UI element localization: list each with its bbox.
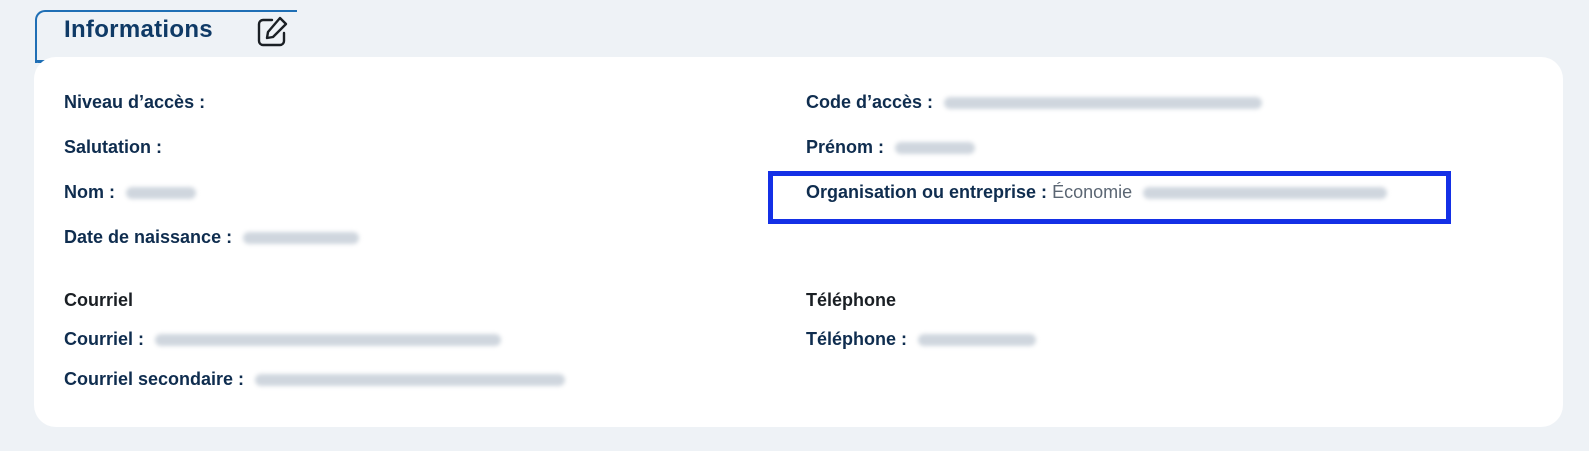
- niveau-acces-field: Niveau d’accès :: [64, 92, 205, 113]
- telephone-value-redacted: [918, 334, 1037, 347]
- prenom-label: Prénom :: [806, 137, 885, 157]
- page-title: Informations: [64, 16, 213, 43]
- telephone-section-title: Téléphone: [806, 290, 897, 310]
- courriel-secondaire-label: Courriel secondaire :: [64, 369, 245, 389]
- niveau-acces-label: Niveau d’accès :: [64, 92, 206, 112]
- prenom-field: Prénom :: [806, 137, 976, 158]
- courriel-value-redacted: [155, 334, 502, 347]
- nom-field: Nom :: [64, 182, 197, 203]
- code-acces-label: Code d’accès :: [806, 92, 934, 112]
- highlight-box: [768, 171, 1451, 224]
- courriel-section-title: Courriel: [64, 290, 134, 310]
- date-naissance-label: Date de naissance :: [64, 227, 233, 247]
- courriel-secondaire-field: Courriel secondaire :: [64, 369, 566, 390]
- code-acces-field: Code d’accès :: [806, 92, 1263, 113]
- salutation-label: Salutation :: [64, 137, 162, 157]
- courriel-field: Courriel :: [64, 329, 502, 350]
- courriel-label: Courriel :: [64, 329, 145, 349]
- telephone-label: Téléphone :: [806, 329, 908, 349]
- telephone-field: Téléphone :: [806, 329, 1037, 350]
- salutation-field: Salutation :: [64, 137, 162, 158]
- nom-label: Nom :: [64, 182, 115, 202]
- code-acces-value-redacted: [944, 97, 1263, 110]
- prenom-value-redacted: [895, 142, 976, 155]
- edit-icon[interactable]: [255, 15, 289, 49]
- nom-value-redacted: [126, 187, 197, 200]
- date-naissance-value-redacted: [243, 232, 360, 245]
- date-naissance-field: Date de naissance :: [64, 227, 360, 248]
- courriel-secondaire-value-redacted: [255, 374, 566, 387]
